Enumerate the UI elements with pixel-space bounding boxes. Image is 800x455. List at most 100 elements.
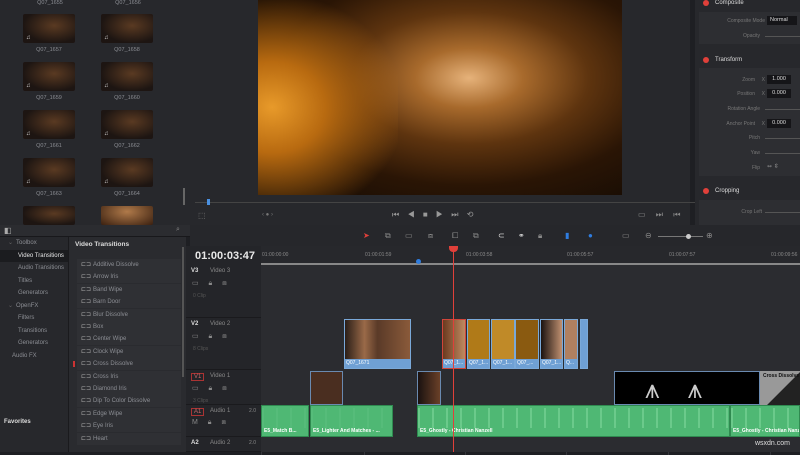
- transition-item[interactable]: ⊏⊐ Box: [77, 321, 181, 333]
- track-id[interactable]: A2: [191, 440, 199, 446]
- tree-item[interactable]: ⌄ Toolbox: [0, 237, 68, 249]
- clip-thumbnail[interactable]: [23, 206, 75, 225]
- clip-thumbnail[interactable]: ♫: [23, 14, 75, 43]
- timeline-clip[interactable]: ⩚⩚: [614, 371, 760, 405]
- clip-thumbnail[interactable]: ♫: [101, 62, 153, 91]
- flag-icon[interactable]: ▮: [565, 231, 569, 240]
- transition-item[interactable]: ⊏⊐ Cross Dissolve: [73, 358, 181, 371]
- tree-item[interactable]: ⌄ OpenFX: [0, 300, 68, 312]
- blade-tool-icon[interactable]: ▭: [405, 231, 413, 240]
- scrubber-handle[interactable]: [207, 199, 210, 205]
- insert-icon[interactable]: ⧈: [428, 231, 433, 241]
- transition-item[interactable]: ⊏⊐ Diamond Iris: [77, 383, 181, 395]
- timeline-clip[interactable]: [417, 371, 441, 405]
- tree-item[interactable]: Audio Transitions: [0, 262, 68, 274]
- track-id[interactable]: V1: [191, 373, 205, 381]
- composite-header[interactable]: Composite: [695, 0, 800, 10]
- clip-thumbnail[interactable]: ♫: [23, 110, 75, 139]
- reverse-button[interactable]: ◀: [407, 210, 414, 219]
- overwrite-icon[interactable]: ⧠: [452, 231, 458, 241]
- enable-toggle[interactable]: [703, 0, 709, 6]
- timeline-clip[interactable]: Q07_1...: [467, 319, 490, 369]
- zoom-view-icon[interactable]: ▭: [622, 231, 630, 240]
- clip-thumbnail[interactable]: ♫: [101, 158, 153, 187]
- timeline-clip[interactable]: Q07_...: [515, 319, 539, 369]
- timeline-clip[interactable]: Q...: [564, 319, 578, 369]
- tree-item[interactable]: Filters: [0, 312, 68, 324]
- snapping-icon[interactable]: ⊂: [498, 231, 505, 240]
- transition-item[interactable]: ⊏⊐ Eye Iris: [77, 420, 181, 433]
- zoom-x-field[interactable]: 1.000: [767, 75, 791, 84]
- tree-item[interactable]: Titles: [0, 275, 68, 287]
- tree-item[interactable]: Generators: [0, 287, 68, 299]
- audio-clip[interactable]: E5_Ghostly - Christian Nanzell: [417, 405, 730, 437]
- timeline-clip[interactable]: Q07_1...: [491, 319, 515, 369]
- track-controls[interactable]: M 🔒︎ ⧈: [192, 419, 230, 427]
- yaw-slider[interactable]: [765, 153, 800, 154]
- audio-clip[interactable]: E5_Match B...: [261, 405, 309, 437]
- crop-left-slider[interactable]: [765, 212, 800, 213]
- zoom-in-icon[interactable]: ⊕: [706, 231, 713, 240]
- timeline-clip[interactable]: [580, 319, 588, 369]
- timeline-clip[interactable]: Q07_1...: [442, 319, 466, 369]
- lock-icon[interactable]: 🔒︎: [538, 231, 542, 241]
- clip-thumbnail[interactable]: ♫: [23, 62, 75, 91]
- transition-item[interactable]: ⊏⊐ Additive Dissolve: [77, 259, 181, 271]
- track-controls[interactable]: ▭ 🔒︎ ⧈: [192, 384, 231, 393]
- tree-item[interactable]: Generators: [0, 337, 68, 349]
- pool-scrollbar[interactable]: [183, 188, 185, 205]
- marker-icon[interactable]: ●: [588, 231, 593, 240]
- tree-item[interactable]: Audio FX: [0, 350, 68, 362]
- frame-nav[interactable]: ‹ ● ›: [262, 212, 273, 218]
- transition-item[interactable]: ⊏⊐ Center Wipe: [77, 333, 181, 346]
- transition-item[interactable]: ⊏⊐ Clock Wipe: [77, 345, 181, 358]
- transform-header[interactable]: Transform: [695, 53, 800, 67]
- go-to-start-button[interactable]: ⏮: [392, 210, 399, 219]
- timeline-clip[interactable]: Q07_1671: [344, 319, 411, 369]
- tree-item[interactable]: Video Transitions: [0, 249, 68, 262]
- zoom-out-icon[interactable]: ⊖: [645, 231, 652, 240]
- loop-button[interactable]: ⟲: [467, 210, 474, 219]
- timeline-clip[interactable]: Q07_1...: [540, 319, 563, 369]
- clip-thumbnail[interactable]: ♫: [23, 158, 75, 187]
- track-id[interactable]: A1: [191, 408, 205, 416]
- list-scrollbar[interactable]: [182, 247, 184, 377]
- pitch-slider[interactable]: [765, 138, 800, 139]
- composite-mode-select[interactable]: Normal: [767, 16, 797, 25]
- flip-buttons[interactable]: ⇿ ⇳: [767, 163, 779, 170]
- transition-item[interactable]: ⊏⊐ Barn Door: [77, 296, 181, 309]
- in-marker[interactable]: [416, 259, 421, 264]
- link-icon[interactable]: ⚭: [518, 231, 525, 240]
- track-controls[interactable]: ▭ 🔒︎ ⧈: [192, 279, 231, 288]
- tree-item[interactable]: Transitions: [0, 325, 68, 337]
- clip-thumbnail[interactable]: ♫: [101, 110, 153, 139]
- zoom-slider[interactable]: [658, 234, 703, 239]
- rotation-slider[interactable]: [765, 109, 800, 110]
- transition-item[interactable]: ⊏⊐ Dip To Color Dissolve: [77, 395, 181, 408]
- transition-item[interactable]: ⊏⊐ Arrow Iris: [77, 271, 181, 284]
- viewer-right-controls[interactable]: ▭ ⏭ ⏮: [638, 210, 680, 220]
- audio-clip[interactable]: E5_Lighter And Matches - ...: [310, 405, 393, 437]
- play-button[interactable]: ▶: [436, 210, 443, 219]
- safe-area-icon[interactable]: ⬚: [198, 211, 206, 220]
- trim-tool-icon[interactable]: ⧉: [385, 231, 391, 241]
- transition-item[interactable]: ⊏⊐ Edge Wipe: [77, 407, 181, 420]
- clip-thumbnail[interactable]: [101, 206, 153, 225]
- selection-tool-icon[interactable]: ➤: [363, 231, 370, 240]
- track-id[interactable]: V2: [191, 321, 198, 327]
- search-icon[interactable]: ⌕: [176, 226, 180, 234]
- audio-clip[interactable]: E5_Ghostly - Christian Nanze: [730, 405, 800, 437]
- position-x-field[interactable]: 0.000: [767, 89, 791, 98]
- track-id[interactable]: V3: [191, 268, 198, 274]
- opacity-slider[interactable]: [765, 36, 800, 37]
- timeline-ruler[interactable]: 01:00:00:00 01:00:01:59 01:00:03:58 01:00:0…: [261, 246, 800, 455]
- transition-item[interactable]: ⊏⊐ Band Wipe: [77, 283, 181, 296]
- transition-clip[interactable]: Cross Dissolve: [760, 371, 800, 405]
- go-to-end-button[interactable]: ⏭: [451, 210, 458, 219]
- playhead[interactable]: [449, 246, 458, 452]
- transition-item[interactable]: ⊏⊐ Heart: [77, 432, 181, 445]
- clip-thumbnail[interactable]: ♫: [101, 14, 153, 43]
- panel-toggle-icon[interactable]: ◧: [4, 226, 12, 235]
- anchor-x-field[interactable]: 0.000: [767, 119, 791, 128]
- transition-item[interactable]: ⊏⊐ Blur Dissolve: [77, 308, 181, 321]
